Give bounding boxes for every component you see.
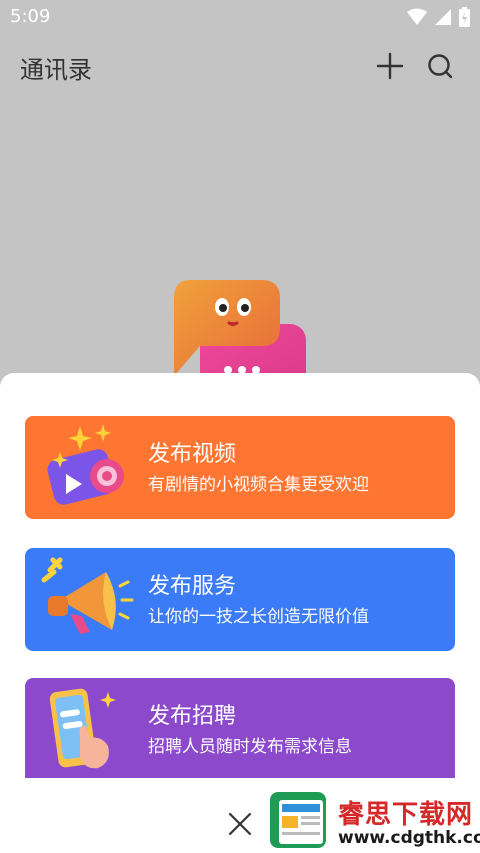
watermark: 睿思下载网 www.cdgthk.com — [263, 788, 480, 853]
add-icon[interactable] — [376, 52, 404, 80]
signal-icon — [435, 9, 451, 25]
status-bar: 5:09 — [0, 0, 480, 34]
camera-icon — [47, 424, 124, 505]
mascot-chat-icon — [174, 280, 306, 380]
app-bar: 通讯录 — [0, 34, 480, 98]
card-title: 发布视频 — [148, 442, 237, 467]
publish-sheet: 发布视频 有剧情的小视频合集更受欢迎 发布服务 让你的一技之长创造无限价值 发布… — [0, 373, 480, 853]
watermark-title: 睿思下载网 — [338, 800, 474, 830]
watermark-url: www.cdgthk.com — [338, 828, 480, 848]
search-icon[interactable] — [426, 52, 454, 80]
card-subtitle: 招聘人员随时发布需求信息 — [148, 737, 352, 757]
card-subtitle: 让你的一技之长创造无限价值 — [148, 607, 369, 627]
page-title: 通讯录 — [20, 56, 92, 84]
card-title: 发布招聘 — [148, 704, 237, 729]
status-icons — [407, 7, 470, 27]
card-title: 发布服务 — [148, 574, 237, 599]
publish-service-button[interactable]: 发布服务 让你的一技之长创造无限价值 — [25, 548, 455, 651]
site-logo-icon — [270, 792, 326, 848]
battery-icon — [459, 7, 470, 27]
megaphone-icon — [41, 557, 134, 634]
status-time: 5:09 — [10, 6, 51, 27]
publish-video-button[interactable]: 发布视频 有剧情的小视频合集更受欢迎 — [25, 416, 455, 519]
close-icon[interactable] — [226, 810, 254, 838]
publish-recruitment-button[interactable]: 发布招聘 招聘人员随时发布需求信息 — [25, 678, 455, 778]
wifi-icon — [407, 8, 427, 25]
card-subtitle: 有剧情的小视频合集更受欢迎 — [148, 475, 369, 495]
phone-hand-icon — [49, 688, 116, 769]
